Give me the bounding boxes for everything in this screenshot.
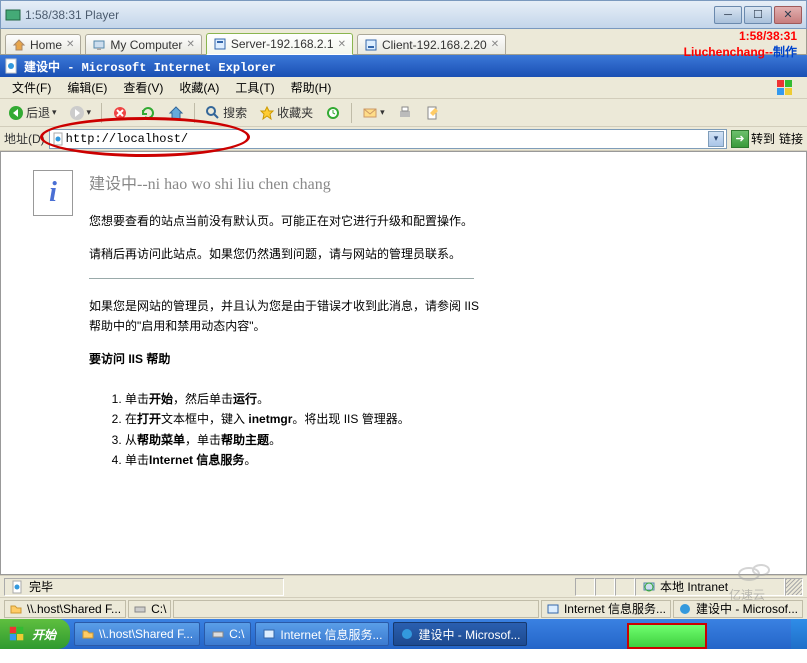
list-item: 从帮助菜单，单击帮助主题。 (125, 430, 479, 450)
taskbar-item[interactable]: Internet 信息服务... (255, 622, 389, 646)
tab-label: Server-192.168.2.1 (231, 37, 334, 51)
menu-edit[interactable]: 编辑(E) (59, 77, 115, 98)
ie-statusbar: 完毕 本地 Intranet (0, 575, 807, 597)
vm-statusbar: \\.host\Shared F... C:\ Internet 信息服务...… (0, 597, 807, 619)
info-icon: i (33, 170, 73, 216)
menu-view[interactable]: 查看(V) (115, 77, 171, 98)
overlay-text: 1:58/38:31 Liuchenchang--制作 (684, 28, 797, 60)
annotation-box (627, 623, 707, 649)
ie-page-icon (11, 580, 25, 594)
status-item[interactable]: Internet 信息服务... (541, 600, 671, 618)
iis-icon (262, 627, 276, 641)
computer-icon (642, 580, 656, 594)
client-icon (364, 38, 378, 52)
menu-favorites[interactable]: 收藏(A) (171, 77, 227, 98)
go-button[interactable]: ➜转到 (731, 130, 775, 148)
overlay-make: 制作 (773, 45, 797, 59)
favorites-button[interactable]: 收藏夹 (255, 103, 317, 122)
page-p2: 请稍后再访问此站点。如果您仍然遇到问题，请与网站的管理员联系。 (89, 245, 479, 264)
list-item: 在打开文本框中，键入 inetmgr。将出现 IIS 管理器。 (125, 409, 479, 429)
ie-toolbar: 后退 ▾ ▾ 搜索 收藏夹 ▾ (0, 99, 807, 127)
start-button[interactable]: 开始 (0, 619, 70, 649)
overlay-author: Liuchenchang-- (684, 45, 773, 59)
separator (351, 103, 352, 123)
server-icon (213, 37, 227, 51)
ie-viewport: i 建设中--ni hao wo shi liu chen chang 您想要查… (0, 151, 807, 575)
folder-icon (81, 627, 95, 641)
iis-icon (546, 602, 560, 616)
tab-close-icon[interactable]: ✕ (66, 39, 74, 50)
taskbar-item[interactable]: 建设中 - Microsof... (393, 622, 527, 646)
home-icon (12, 38, 26, 52)
watermark: 亿速云 (729, 556, 789, 603)
player-title: 1:58/38:31 Player (25, 8, 119, 22)
ie-page-icon (52, 132, 66, 146)
tab-label: Client-192.168.2.20 (382, 38, 487, 52)
stop-button[interactable] (108, 104, 132, 122)
ie-title: 建设中 - Microsoft Internet Explorer (24, 58, 276, 75)
player-icon (5, 7, 21, 23)
minimize-button[interactable]: ─ (714, 6, 742, 24)
dropdown-button[interactable]: ▾ (708, 131, 724, 147)
overlay-time: 1:58/38:31 (684, 28, 797, 44)
status-spacer (173, 600, 539, 618)
separator (194, 103, 195, 123)
ie-icon (678, 602, 692, 616)
ie-page-icon (4, 58, 20, 74)
separator (101, 103, 102, 123)
windows-flag-icon (767, 77, 803, 99)
status-item[interactable]: C:\ (128, 600, 171, 618)
page-p1: 您想要查看的站点当前没有默认页。可能正在对它进行升级和配置操作。 (89, 212, 479, 231)
page-p4: 要访问 IIS 帮助 (89, 350, 479, 375)
address-combo[interactable]: http://localhost/ ▾ (49, 129, 727, 149)
back-button[interactable]: 后退 ▾ (4, 103, 61, 122)
address-url: http://localhost/ (66, 132, 188, 146)
close-button[interactable]: ✕ (774, 6, 802, 24)
mail-button[interactable]: ▾ (358, 104, 389, 122)
tab-close-icon[interactable]: ✕ (338, 39, 346, 50)
tab-close-icon[interactable]: ✕ (186, 39, 194, 50)
menu-help[interactable]: 帮助(H) (283, 77, 340, 98)
home-button[interactable] (164, 104, 188, 122)
edit-button[interactable] (421, 104, 445, 122)
folder-icon (9, 602, 23, 616)
windows-logo-icon (8, 625, 26, 643)
print-button[interactable] (393, 104, 417, 122)
address-label: 地址(D) (4, 130, 45, 147)
history-button[interactable] (321, 104, 345, 122)
maximize-button[interactable]: ☐ (744, 6, 772, 24)
ie-icon (400, 627, 414, 641)
page-heading: 建设中--ni hao wo shi liu chen chang (89, 170, 479, 194)
menu-tools[interactable]: 工具(T) (227, 77, 282, 98)
ie-menubar: 文件(F) 编辑(E) 查看(V) 收藏(A) 工具(T) 帮助(H) (0, 77, 807, 99)
taskbar-item[interactable]: C:\ (204, 622, 251, 646)
tab-client[interactable]: Client-192.168.2.20 ✕ (357, 34, 506, 54)
instruction-list: 单击开始，然后单击运行。 在打开文本框中，键入 inetmgr。将出现 IIS … (125, 389, 479, 471)
drive-icon (133, 602, 147, 616)
list-item: 单击开始，然后单击运行。 (125, 389, 479, 409)
system-tray[interactable] (791, 619, 807, 649)
status-msg: 完毕 (4, 578, 284, 596)
drive-icon (211, 627, 225, 641)
tab-close-icon[interactable]: ✕ (491, 39, 499, 50)
tab-server[interactable]: Server-192.168.2.1 ✕ (206, 33, 353, 55)
ie-addressbar: 地址(D) http://localhost/ ▾ ➜转到 链接 (0, 127, 807, 151)
tab-home[interactable]: Home ✕ (5, 34, 81, 54)
refresh-button[interactable] (136, 104, 160, 122)
links-label[interactable]: 链接 (779, 130, 803, 147)
page-p3: 如果您是网站的管理员，并且认为您是由于错误才收到此消息，请参阅 IIS帮助中的"… (89, 297, 479, 335)
tab-label: Home (30, 38, 62, 52)
computer-icon (92, 38, 106, 52)
windows-taskbar: 开始 \\.host\Shared F... C:\ Internet 信息服务… (0, 619, 807, 649)
tab-mycomputer[interactable]: My Computer ✕ (85, 34, 201, 54)
divider (89, 278, 474, 279)
player-titlebar: 1:58/38:31 Player ─ ☐ ✕ (0, 0, 807, 29)
menu-file[interactable]: 文件(F) (4, 77, 59, 98)
search-button[interactable]: 搜索 (201, 103, 251, 122)
taskbar-item[interactable]: \\.host\Shared F... (74, 622, 200, 646)
list-item: 单击Internet 信息服务。 (125, 450, 479, 470)
tab-label: My Computer (110, 38, 182, 52)
forward-button[interactable]: ▾ (65, 104, 96, 122)
status-item[interactable]: \\.host\Shared F... (4, 600, 126, 618)
